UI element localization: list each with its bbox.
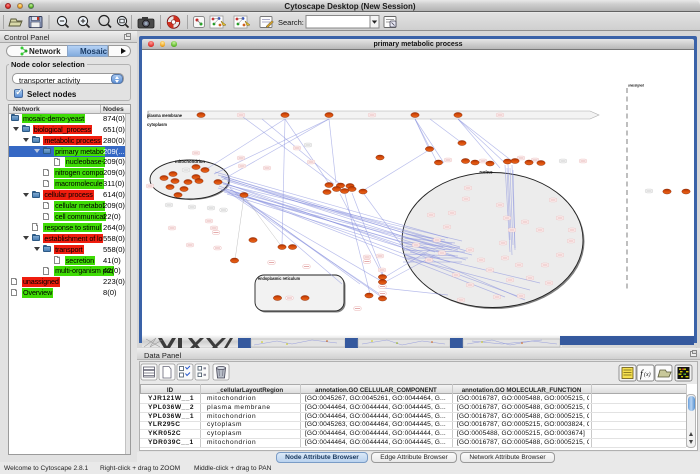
svg-text:Search:: Search: — [278, 18, 304, 27]
svg-text:cytoplasm: cytoplasm — [147, 122, 167, 127]
svg-text:unassigned: unassigned — [628, 83, 644, 88]
svg-text:(x): (x) — [644, 371, 651, 378]
svg-text:mitochondrion: mitochondrion — [175, 159, 205, 164]
svg-text:nucleus: nucleus — [480, 170, 494, 175]
svg-text:plasma membrane: plasma membrane — [147, 113, 183, 118]
svg-text:endoplasmic reticulum: endoplasmic reticulum — [258, 276, 300, 281]
